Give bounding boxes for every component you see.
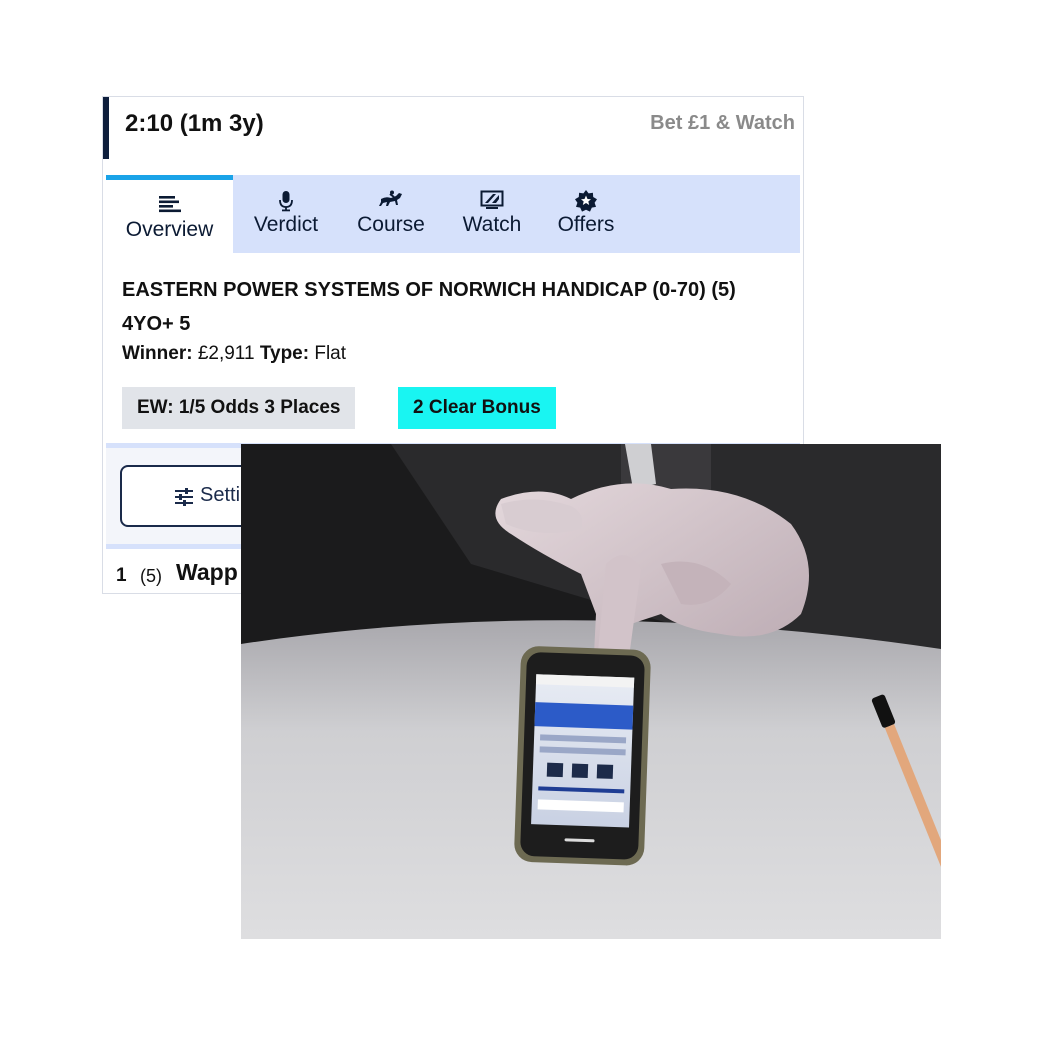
tab-watch[interactable]: Watch xyxy=(443,175,541,253)
tab-label: Watch xyxy=(462,213,522,236)
photo-illustration xyxy=(241,444,941,939)
winner-prize: £2,911 xyxy=(197,343,255,364)
list-icon xyxy=(106,195,233,217)
runner-draw: (5) xyxy=(140,566,162,586)
bet-and-watch-link[interactable]: Bet £1 & Watch xyxy=(650,112,795,135)
settings-label: Setti xyxy=(200,484,241,506)
race-time: 2:10 (1m 3y) xyxy=(125,110,264,137)
race-type: Flat xyxy=(314,343,347,364)
race-info: EASTERN POWER SYSTEMS OF NORWICH HANDICA… xyxy=(106,253,800,443)
sliders-icon xyxy=(174,487,194,513)
race-meta: Winner: £2,911 Type: Flat xyxy=(122,343,346,365)
horse-jockey-icon xyxy=(339,190,443,212)
tab-label: Offers xyxy=(557,213,615,236)
runner-number: 1 xyxy=(116,565,127,586)
star-badge-icon xyxy=(541,190,631,212)
tab-label: Overview xyxy=(125,218,214,241)
tab-course[interactable]: Course xyxy=(339,175,443,253)
runner-name: Wapp xyxy=(176,559,238,585)
race-name: EASTERN POWER SYSTEMS OF NORWICH HANDICA… xyxy=(122,279,736,335)
each-way-badge: EW: 1/5 Odds 3 Places xyxy=(122,387,356,429)
phone-usage-photo xyxy=(241,444,941,939)
type-label: Type: xyxy=(259,343,310,364)
bonus-badge: 2 Clear Bonus xyxy=(398,387,556,429)
race-header: 2:10 (1m 3y) Bet £1 & Watch xyxy=(103,97,803,159)
tv-icon xyxy=(443,190,541,212)
tab-verdict[interactable]: Verdict xyxy=(233,175,339,253)
winner-label: Winner: xyxy=(122,343,193,364)
microphone-icon xyxy=(233,190,339,212)
tab-label: Course xyxy=(357,213,425,236)
tab-overview[interactable]: Overview xyxy=(106,175,233,253)
tab-label: Verdict xyxy=(253,213,319,236)
race-tabs: Overview Verdict Course Watch Offers xyxy=(106,175,800,253)
tab-offers[interactable]: Offers xyxy=(541,175,631,253)
